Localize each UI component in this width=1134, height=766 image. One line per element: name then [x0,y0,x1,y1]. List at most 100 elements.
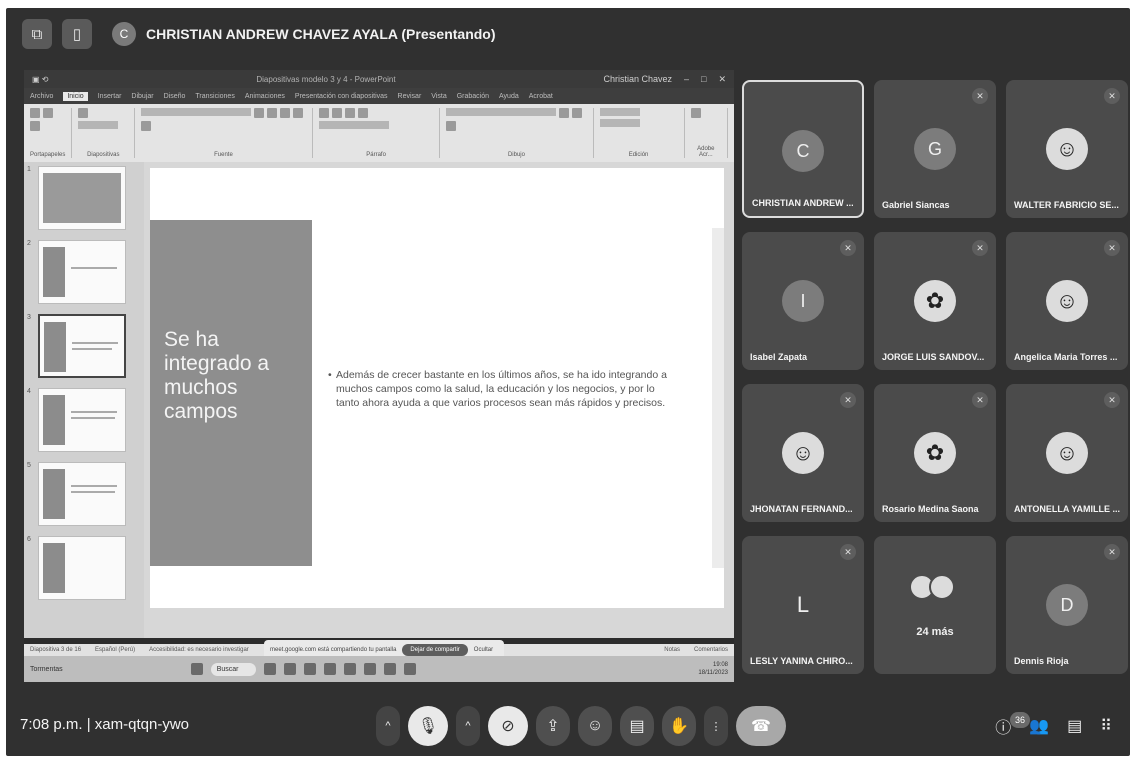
mic-off-icon: ✕ [1104,392,1120,408]
chat-icon[interactable]: ▤ [1067,716,1082,736]
activities-icon[interactable]: ⠿ [1100,716,1112,736]
participant-tile[interactable]: ✕ ☺ Angelica Maria Torres ... [1006,232,1128,370]
slide-thumbnail[interactable] [38,536,126,600]
tab-transiciones[interactable]: Transiciones [195,93,234,100]
meet-window: ⧉ ▯ C CHRISTIAN ANDREW CHAVEZ AYALA (Pre… [6,8,1130,756]
audio-options-button[interactable]: ^ [376,706,400,746]
participant-name: Gabriel Siancas [882,200,950,210]
mic-off-icon: ✕ [840,544,856,560]
tab-dibujar[interactable]: Dibujar [131,93,153,100]
hide-button[interactable]: Ocultar [474,647,493,653]
tab-animaciones[interactable]: Animaciones [245,93,285,100]
app-icon[interactable] [364,663,377,675]
taskbar-search[interactable]: Buscar [210,662,257,676]
present-screen-icon[interactable]: ⇪ [536,706,570,746]
tab-diseno[interactable]: Diseño [164,93,186,100]
mic-off-icon: ✕ [840,392,856,408]
more-participants-tile[interactable]: 24 más [874,536,996,674]
pip-icon[interactable]: ⧉ [22,19,52,49]
ribbon-group-label: Adobe Acr... [697,146,715,158]
slide-thumbnail-selected[interactable] [38,314,126,378]
app-icon[interactable] [304,663,317,675]
status-accessibility[interactable]: Accesibilidad: es necesario investigar [149,647,249,653]
tab-grabacion[interactable]: Grabación [457,93,489,100]
panel-icon[interactable]: ▯ [62,19,92,49]
taskbar-time: 19:08 [712,662,728,668]
participant-name: CHRISTIAN ANDREW ... [752,198,854,208]
camera-off-icon[interactable]: ⊘ [488,706,528,746]
tab-revisar[interactable]: Revisar [398,93,422,100]
participant-name: JHONATAN FERNAND... [750,504,853,514]
status-notes[interactable]: Notas [664,647,680,653]
current-slide[interactable]: Se ha integrado a muchos campos Además d… [150,168,724,608]
participant-tile[interactable]: ✕ L LESLY YANINA CHIRO... [742,536,864,674]
quick-access-icon[interactable]: ▣ ⟲ [32,75,48,84]
minimize-icon[interactable]: – [684,74,689,85]
participant-tile[interactable]: ✕ ✿ JORGE LUIS SANDOV... [874,232,996,370]
powerpoint-titlebar: ▣ ⟲ Diapositivas modelo 3 y 4 - PowerPoi… [24,70,734,88]
app-icon[interactable] [284,663,297,675]
avatar: D [1046,584,1088,626]
video-options-button[interactable]: ^ [456,706,480,746]
mic-off-icon: ✕ [1104,544,1120,560]
participant-name: Dennis Rioja [1014,656,1069,666]
thumb-number: 2 [27,240,31,247]
people-icon[interactable]: 👥 [1029,716,1049,736]
avatar: ☺ [1046,280,1088,322]
tab-vista[interactable]: Vista [431,93,446,100]
tab-ayuda[interactable]: Ayuda [499,93,519,100]
slide-thumbnail[interactable] [38,388,126,452]
participant-tile[interactable]: ✕ ☺ JHONATAN FERNAND... [742,384,864,522]
participant-tile[interactable]: ✕ D Dennis Rioja [1006,536,1128,674]
participant-tile[interactable]: ✕ G Gabriel Siancas [874,80,996,218]
more-vert-icon[interactable]: ⋮ [704,706,728,746]
end-call-icon[interactable]: ☎ [736,706,786,746]
ribbon: Portapapeles Diapositivas Fuente Párrafo… [24,104,734,162]
share-notice-text: meet.google.com está compartiendo tu pan… [270,647,397,653]
ribbon-group: Adobe Acr... [690,108,728,158]
slide-thumbnail[interactable] [38,166,126,230]
slide-bullet: Además de crecer bastante en los últimos… [328,368,676,410]
ribbon-group: Fuente [141,108,313,158]
shared-screen: ▣ ⟲ Diapositivas modelo 3 y 4 - PowerPoi… [24,70,734,682]
mic-off-icon: ✕ [1104,88,1120,104]
tab-inicio[interactable]: Inicio [63,91,88,101]
participant-tile[interactable]: ✕ ☺ WALTER FABRICIO SE... [1006,80,1128,218]
tab-acrobat[interactable]: Acrobat [529,93,553,100]
close-icon[interactable]: ✕ [718,74,726,85]
tab-archivo[interactable]: Archivo [30,93,53,100]
mic-off-icon[interactable]: 🎙 [408,706,448,746]
weather-widget[interactable]: Tormentas [30,666,63,673]
tab-presentacion[interactable]: Presentación con diapositivas [295,93,388,100]
emoji-icon[interactable]: ☺ [578,706,612,746]
slide-thumbnails: 1 2 3 4 5 6 [24,162,144,638]
info-icon[interactable]: ⓘ [995,714,1011,738]
status-language[interactable]: Español (Perú) [95,647,135,653]
participant-name: Angelica Maria Torres ... [1014,352,1118,362]
captions-icon[interactable]: ▤ [620,706,654,746]
app-icon[interactable] [384,663,397,675]
slide-scrollbar[interactable] [712,228,724,568]
slide-thumbnail[interactable] [38,240,126,304]
tab-insertar[interactable]: Insertar [98,93,122,100]
slide-thumbnail[interactable] [38,462,126,526]
participant-tile[interactable]: ✕ I Isabel Zapata [742,232,864,370]
raise-hand-icon[interactable]: ✋ [662,706,696,746]
app-icon[interactable] [324,663,337,675]
presenter-avatar: C [112,22,136,46]
participant-tile[interactable]: ✕ ☺ ANTONELLA YAMILLE ... [1006,384,1128,522]
windows-start-icon[interactable] [190,663,203,675]
maximize-icon[interactable]: □ [701,74,706,85]
ribbon-group-label: Párrafo [366,152,386,158]
powerpoint-user: Christian Chavez [603,73,672,84]
app-icon[interactable] [404,663,417,675]
stop-sharing-button[interactable]: Dejar de compartir [402,644,468,656]
app-icon[interactable] [344,663,357,675]
participant-tile[interactable]: C CHRISTIAN ANDREW ... [742,80,864,218]
status-comments[interactable]: Comentarios [694,647,728,653]
thumb-number: 5 [27,462,31,469]
participant-tile[interactable]: ✕ ✿ Rosario Medina Saona [874,384,996,522]
taskbar-clock[interactable]: 19:08 18/11/2023 [698,661,728,677]
app-icon[interactable] [264,663,277,675]
overflow-avatars [909,574,955,600]
